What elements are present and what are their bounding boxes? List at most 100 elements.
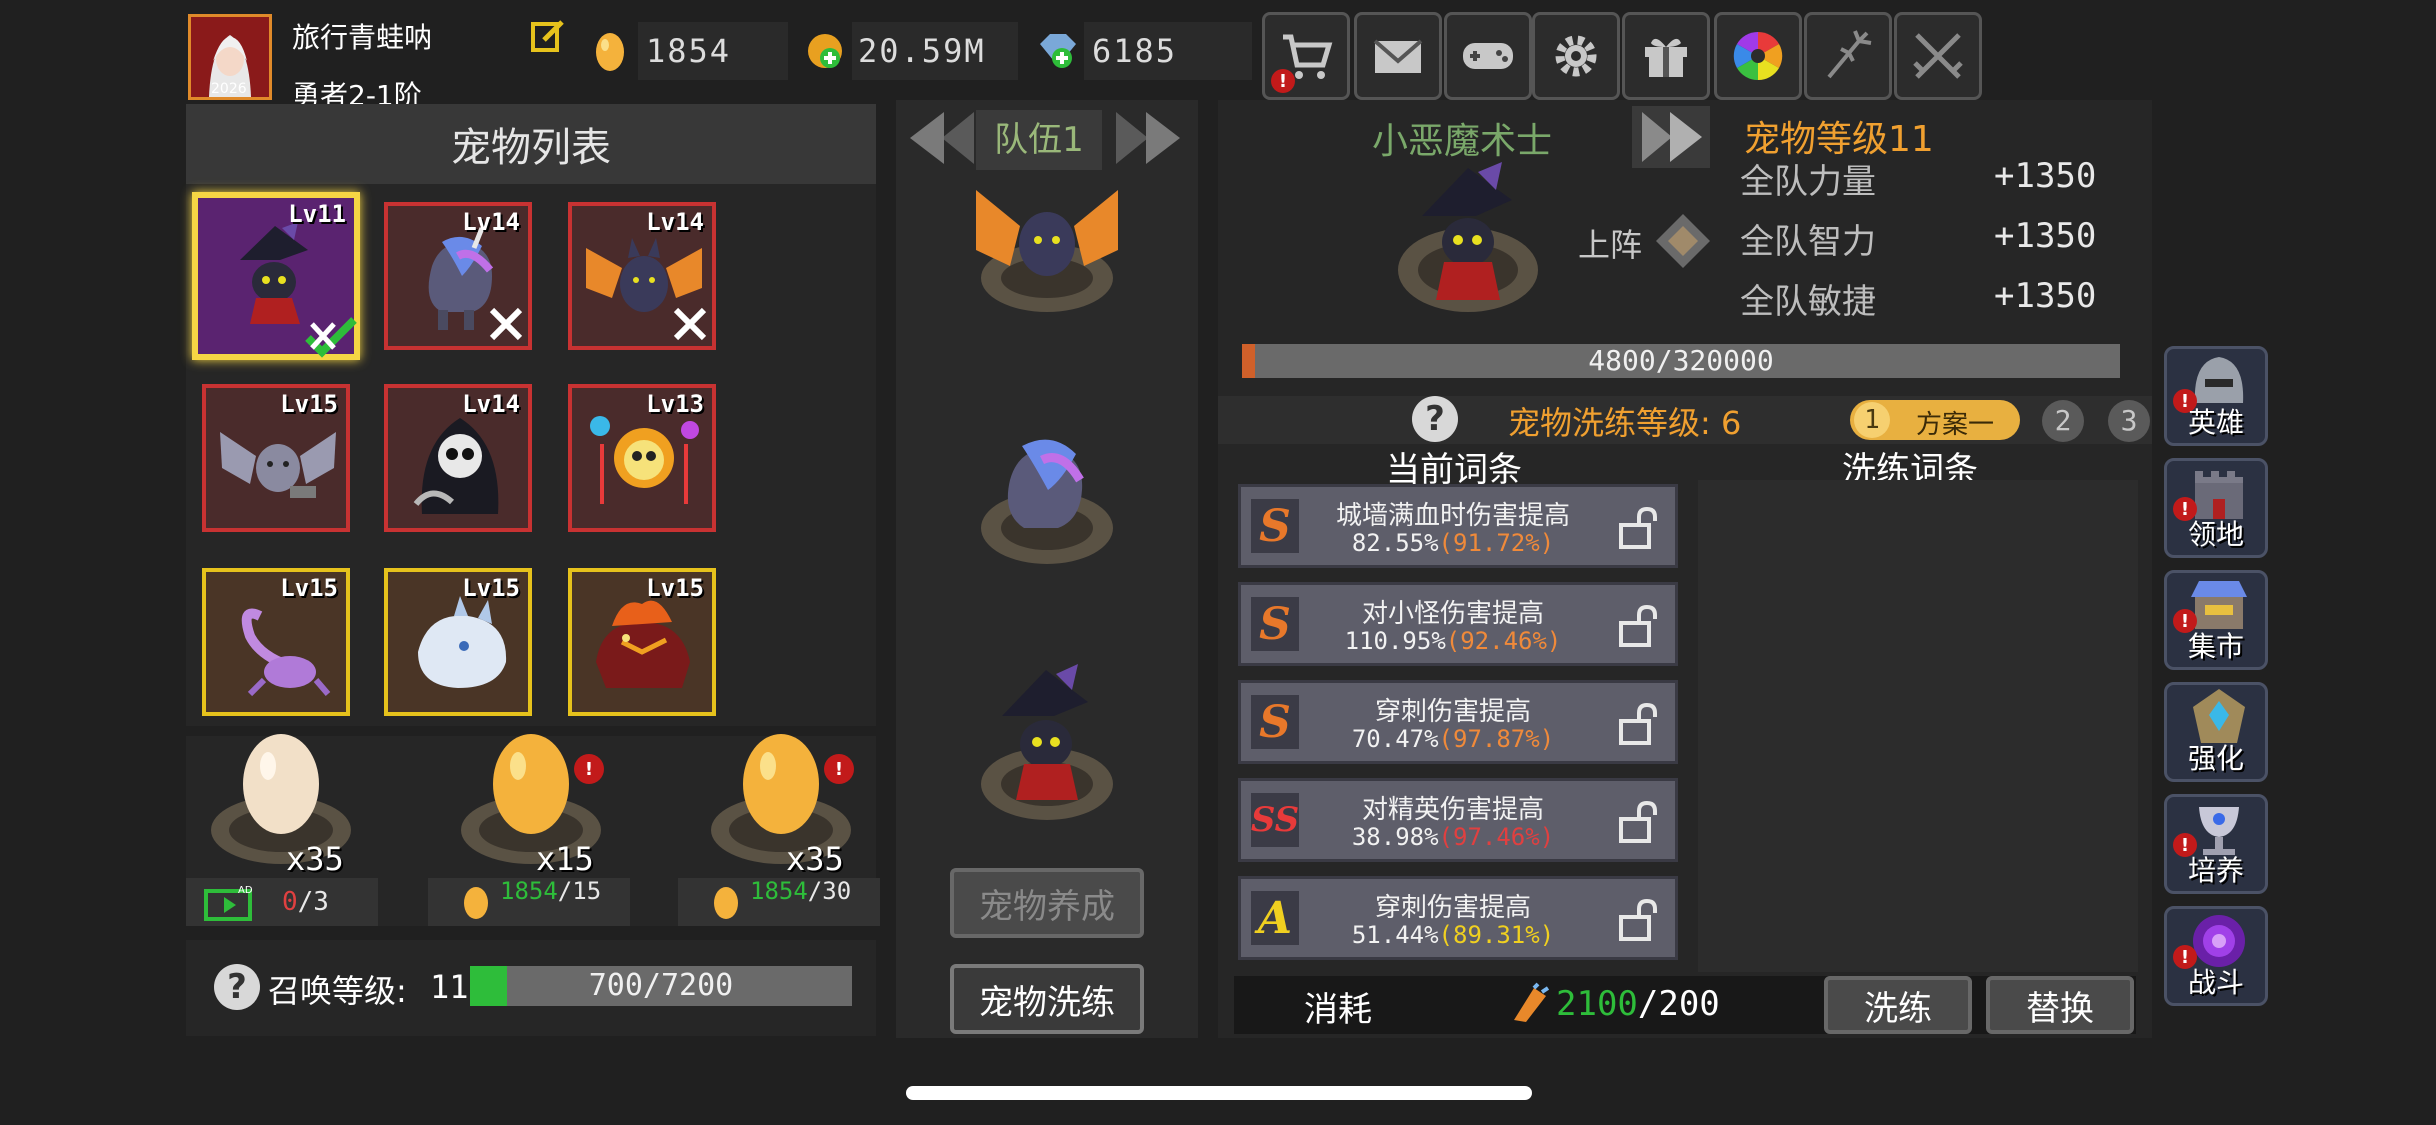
double-right-arrow-icon xyxy=(1642,112,1702,162)
entry-value-line: 82.55%(91.72%) xyxy=(1311,529,1595,557)
witch-imp-icon xyxy=(981,664,1113,820)
plan-tab-2[interactable]: 2 xyxy=(2042,400,2084,442)
entry-card-2[interactable]: S 对小怪伤害提高 110.95%(92.46%) xyxy=(1238,582,1678,666)
entry-card-1[interactable]: S 城墙满血时伤害提高 82.55%(91.72%) xyxy=(1238,484,1678,568)
gold-add-icon[interactable] xyxy=(806,32,844,74)
team-prev-button[interactable] xyxy=(904,106,976,170)
side-menu-cultivate[interactable]: ! 培养 xyxy=(2164,794,2268,894)
refine-level-label: 宠物洗练等级: 6 xyxy=(1508,404,1742,442)
battle-button[interactable] xyxy=(1894,12,1982,100)
pet-slot-1[interactable]: Lv11 xyxy=(192,192,360,360)
shop-button[interactable]: ! xyxy=(1262,12,1350,100)
side-menu-territory-label: 领地 xyxy=(2187,518,2244,551)
gem-count: 6185 xyxy=(1084,22,1252,80)
pet-level: Lv14 xyxy=(462,208,520,236)
entry-card-5[interactable]: A 穿刺伤害提高 51.44%(89.31%) xyxy=(1238,876,1678,960)
refine-button-label: 洗练 xyxy=(1864,988,1932,1029)
double-right-arrow-icon xyxy=(1116,112,1180,164)
side-menu-hero-label: 英雄 xyxy=(2187,406,2244,439)
unlock-icon[interactable] xyxy=(1617,801,1657,845)
side-menu-market[interactable]: ! 集市 xyxy=(2164,570,2268,670)
pet-slot-6[interactable]: Lv13 xyxy=(568,384,716,532)
grade-badge: S xyxy=(1251,597,1299,651)
diamond-slot-icon xyxy=(1656,214,1710,268)
team-next-button[interactable] xyxy=(1114,106,1186,170)
avatar[interactable]: 2026 xyxy=(188,14,272,100)
entry-value-line: 110.95%(92.46%) xyxy=(1311,627,1595,655)
pet-slot-2[interactable]: Lv14 xyxy=(384,202,532,350)
refine-button[interactable]: 洗练 xyxy=(1824,976,1972,1034)
side-menu-territory[interactable]: ! 领地 xyxy=(2164,458,2268,558)
pet-portrait xyxy=(1378,160,1558,320)
summon-progress-bar: 700/7200 xyxy=(470,966,852,1006)
entry-card-3[interactable]: S 穿刺伤害提高 70.47%(97.87%) xyxy=(1238,680,1678,764)
pet-level: Lv15 xyxy=(646,574,704,602)
summon-help-icon[interactable]: ? xyxy=(214,964,260,1010)
gold-count-value: 20.59M xyxy=(858,32,986,70)
summon-progress-text: 700/7200 xyxy=(588,968,734,1003)
plan-tab-3[interactable]: 3 xyxy=(2108,400,2150,442)
pet-raise-button[interactable]: 宠物养成 xyxy=(950,868,1144,938)
gift-button[interactable] xyxy=(1622,12,1710,100)
pet-slot-7[interactable]: Lv15 xyxy=(202,568,350,716)
pet-slot-8[interactable]: Lv15 xyxy=(384,568,532,716)
pet-slot-9[interactable]: Lv15 xyxy=(568,568,716,716)
unlock-icon[interactable] xyxy=(1617,899,1657,943)
player-name: 旅行青蛙呐 xyxy=(292,21,433,54)
home-indicator[interactable] xyxy=(906,1086,1532,1100)
mail-button[interactable] xyxy=(1354,12,1442,100)
team-slot-2[interactable] xyxy=(962,410,1132,570)
egg-cost-1-total: /3 xyxy=(297,887,329,917)
pet-refine-button[interactable]: 宠物洗练 xyxy=(950,964,1144,1034)
entry-card-4[interactable]: SS 对精英伤害提高 38.98%(97.46%) xyxy=(1238,778,1678,862)
plan-tab-1[interactable]: 1 方案一 xyxy=(1850,400,2020,440)
fireworks-button[interactable] xyxy=(1804,12,1892,100)
unlock-icon[interactable] xyxy=(1617,507,1657,551)
deploy-label: 上阵 xyxy=(1578,226,1643,264)
egg-cost-2[interactable]: 1854/15 xyxy=(428,878,630,926)
cost-label: 消耗 xyxy=(1304,990,1372,1030)
entry-pct: (97.46%) xyxy=(1438,823,1555,851)
unlock-icon[interactable] xyxy=(1617,605,1657,649)
side-menu-enhance-label: 强化 xyxy=(2187,742,2244,775)
pet-level: Lv14 xyxy=(462,390,520,418)
side-menu-cultivate-label: 培养 xyxy=(2187,854,2244,887)
pet-level: Lv15 xyxy=(280,574,338,602)
summon-level: 11 xyxy=(430,968,469,1006)
not-equipped-x-icon xyxy=(489,307,523,341)
entry-value-line: 51.44%(89.31%) xyxy=(1311,921,1595,949)
egg-cost-1[interactable]: AD 0 /3 xyxy=(186,878,378,926)
gem-add-icon[interactable] xyxy=(1036,32,1078,74)
stat-value-2: +1350 xyxy=(1994,216,2097,256)
equipped-check-icon xyxy=(305,317,357,358)
pet-slot-3[interactable]: Lv14 xyxy=(568,202,716,350)
refine-help-icon[interactable]: ? xyxy=(1412,396,1458,442)
refine-entries-area xyxy=(1698,480,2138,972)
fire-bat-icon xyxy=(976,190,1118,312)
side-menu-enhance[interactable]: 强化 xyxy=(2164,682,2268,782)
color-wheel-button[interactable] xyxy=(1714,12,1802,100)
gold-count: 20.59M xyxy=(852,22,1018,80)
side-menu-hero[interactable]: ! 英雄 xyxy=(2164,346,2268,446)
egg-cost-3[interactable]: 1854/30 xyxy=(678,878,880,926)
shop-alert-badge: ! xyxy=(1271,69,1295,93)
double-left-arrow-icon xyxy=(910,112,974,164)
mail-icon xyxy=(1373,39,1423,73)
settings-button[interactable] xyxy=(1532,12,1620,100)
pet-switch-button[interactable] xyxy=(1632,106,1710,168)
color-wheel-icon xyxy=(1733,31,1783,81)
replace-button[interactable]: 替换 xyxy=(1986,976,2134,1034)
egg-alert-badge: ! xyxy=(824,754,854,784)
team-slot-3[interactable] xyxy=(962,660,1132,830)
unlock-icon[interactable] xyxy=(1617,703,1657,747)
team-slot-1[interactable] xyxy=(962,170,1132,320)
pet-slot-4[interactable]: Lv15 xyxy=(202,384,350,532)
deploy-toggle[interactable] xyxy=(1654,212,1712,270)
gamepad-button[interactable] xyxy=(1444,12,1532,100)
stat-value-1: +1350 xyxy=(1994,156,2097,196)
side-menu-battle[interactable]: ! 战斗 xyxy=(2164,906,2268,1006)
witch-imp-icon xyxy=(1398,162,1538,312)
edit-name-icon[interactable] xyxy=(530,18,566,54)
pet-slot-5[interactable]: Lv14 xyxy=(384,384,532,532)
grey-bat-icon xyxy=(220,432,336,498)
